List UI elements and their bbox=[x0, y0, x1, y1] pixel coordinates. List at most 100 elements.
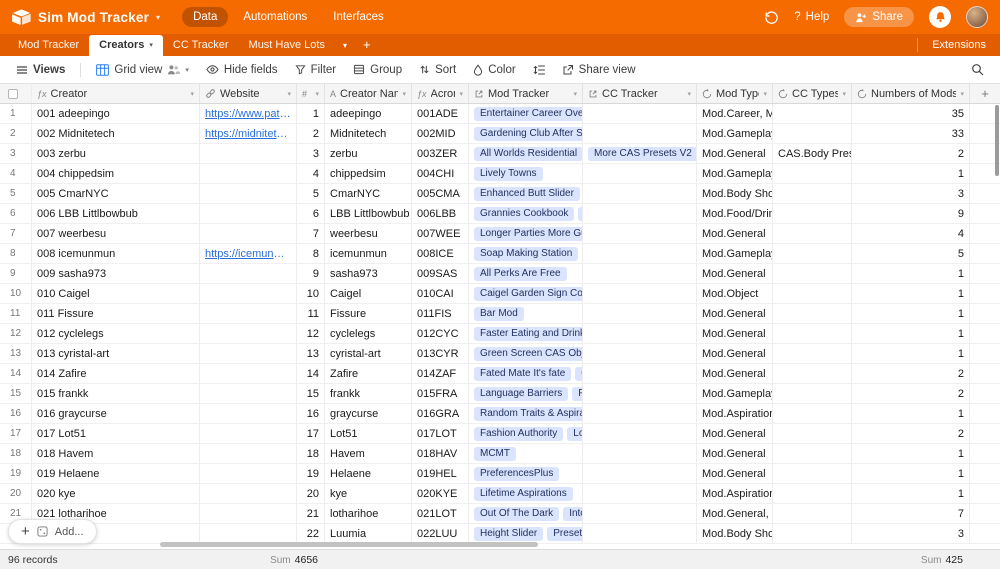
linked-record-pill[interactable]: Entertainer Career Overhaul bbox=[474, 107, 583, 121]
cell-name[interactable]: graycurse bbox=[325, 404, 412, 423]
row-number[interactable]: 3 bbox=[0, 144, 32, 163]
cell-mod_types[interactable]: Mod.Gameplay, ... bbox=[697, 124, 773, 143]
cell-acronym[interactable]: 009SAS bbox=[412, 264, 469, 283]
cell-num[interactable]: 3 bbox=[852, 184, 970, 203]
cell-website[interactable] bbox=[200, 304, 297, 323]
linked-record-pill[interactable]: More CAS Presets V2 bbox=[588, 147, 697, 161]
cell-num[interactable]: 1 bbox=[852, 284, 970, 303]
cell-creator[interactable]: 011 Fissure bbox=[32, 304, 200, 323]
row-number[interactable]: 7 bbox=[0, 224, 32, 243]
column-header-name[interactable]: ACreator Name▾ bbox=[325, 84, 412, 103]
cell-mod_tracker[interactable]: Language Barriers Pack Tests bbox=[469, 384, 583, 403]
cell-name[interactable]: Caigel bbox=[325, 284, 412, 303]
cell-website[interactable] bbox=[200, 164, 297, 183]
select-all-checkbox[interactable] bbox=[0, 84, 32, 103]
cell-creator[interactable]: 016 graycurse bbox=[32, 404, 200, 423]
cell-num[interactable]: 3 bbox=[852, 524, 970, 543]
help-button[interactable]: ? Help bbox=[794, 11, 829, 23]
cell-name[interactable]: lotharihoe bbox=[325, 504, 412, 523]
cell-num[interactable]: 1 bbox=[852, 324, 970, 343]
cell-id[interactable]: 16 bbox=[297, 404, 325, 423]
row-number[interactable]: 19 bbox=[0, 464, 32, 483]
cell-acronym[interactable]: 010CAI bbox=[412, 284, 469, 303]
cell-id[interactable]: 6 bbox=[297, 204, 325, 223]
cell-cc_tracker[interactable] bbox=[583, 424, 697, 443]
cell-cc_types[interactable] bbox=[773, 124, 852, 143]
column-header-num[interactable]: Numbers of Mods▾ bbox=[852, 84, 970, 103]
cell-mod_tracker[interactable]: Height SliderPresets Sliders bbox=[469, 524, 583, 543]
cell-num[interactable]: 2 bbox=[852, 424, 970, 443]
user-avatar[interactable] bbox=[966, 6, 988, 28]
linked-record-pill[interactable]: All Worlds Residential bbox=[474, 147, 583, 161]
cell-num[interactable]: 9 bbox=[852, 204, 970, 223]
cell-mod_tracker[interactable]: Gardening Club After School bbox=[469, 124, 583, 143]
cell-cc_tracker[interactable] bbox=[583, 164, 697, 183]
cell-cc_types[interactable] bbox=[773, 424, 852, 443]
cell-mod_tracker[interactable]: PreferencesPlus bbox=[469, 464, 583, 483]
cell-id[interactable]: 18 bbox=[297, 444, 325, 463]
sort-button[interactable]: Sort bbox=[411, 61, 464, 79]
cell-num[interactable]: 4 bbox=[852, 224, 970, 243]
cell-creator[interactable]: 019 Helaene bbox=[32, 464, 200, 483]
history-icon[interactable] bbox=[764, 10, 779, 25]
cell-mod_types[interactable]: Mod.Object bbox=[697, 284, 773, 303]
cell-id[interactable]: 12 bbox=[297, 324, 325, 343]
cell-mod_tracker[interactable]: Enhanced Butt SliderBreast bbox=[469, 184, 583, 203]
cell-mod_tracker[interactable]: Lifetime Aspirations bbox=[469, 484, 583, 503]
cell-cc_types[interactable] bbox=[773, 524, 852, 543]
cell-cc_types[interactable] bbox=[773, 304, 852, 323]
cell-cc_types[interactable] bbox=[773, 104, 852, 123]
table-tab-creators[interactable]: Creators ▾ bbox=[89, 35, 163, 56]
cell-name[interactable]: zerbu bbox=[325, 144, 412, 163]
cell-id[interactable]: 17 bbox=[297, 424, 325, 443]
cell-website[interactable] bbox=[200, 464, 297, 483]
linked-record-pill[interactable]: Gardening Club After School bbox=[474, 127, 583, 141]
linked-record-pill[interactable]: Soap Making Station bbox=[474, 247, 578, 261]
cell-website[interactable] bbox=[200, 524, 297, 543]
cell-name[interactable]: icemunmun bbox=[325, 244, 412, 263]
linked-record-pill[interactable]: Fated Mate It's fate bbox=[474, 367, 571, 381]
cell-name[interactable]: sasha973 bbox=[325, 264, 412, 283]
cell-acronym[interactable]: 019HEL bbox=[412, 464, 469, 483]
row-number[interactable]: 17 bbox=[0, 424, 32, 443]
cell-id[interactable]: 4 bbox=[297, 164, 325, 183]
cell-website[interactable] bbox=[200, 344, 297, 363]
cell-name[interactable]: Helaene bbox=[325, 464, 412, 483]
cell-cc_tracker[interactable] bbox=[583, 124, 697, 143]
cell-num[interactable]: 1 bbox=[852, 404, 970, 423]
cell-name[interactable]: adeepingo bbox=[325, 104, 412, 123]
cell-website[interactable] bbox=[200, 224, 297, 243]
cell-website[interactable] bbox=[200, 324, 297, 343]
cell-cc_types[interactable] bbox=[773, 444, 852, 463]
cell-cc_tracker[interactable] bbox=[583, 464, 697, 483]
cell-acronym[interactable]: 006LBB bbox=[412, 204, 469, 223]
linked-record-pill[interactable]: Enhanced Butt Slider bbox=[474, 187, 580, 201]
linked-record-pill[interactable]: Height Slider bbox=[474, 527, 543, 541]
cell-cc_tracker[interactable] bbox=[583, 184, 697, 203]
cell-cc_types[interactable] bbox=[773, 164, 852, 183]
cell-cc_tracker[interactable]: More CAS Presets V2 bbox=[583, 144, 697, 163]
cell-website[interactable] bbox=[200, 204, 297, 223]
linked-record-pill[interactable]: Lifetime Aspirations bbox=[474, 487, 573, 501]
linked-record-pill[interactable]: Pack Tests bbox=[572, 387, 583, 401]
linked-record-pill[interactable]: Grannies Cookbook bbox=[474, 207, 574, 221]
table-list-chevron-icon[interactable]: ▾ bbox=[335, 41, 355, 56]
cell-id[interactable]: 11 bbox=[297, 304, 325, 323]
group-button[interactable]: Group bbox=[345, 61, 410, 79]
cell-mod_tracker[interactable]: All Perks Are Free bbox=[469, 264, 583, 283]
cell-website[interactable] bbox=[200, 364, 297, 383]
cell-id[interactable]: 13 bbox=[297, 344, 325, 363]
hide-fields-button[interactable]: Hide fields bbox=[198, 61, 286, 79]
linked-record-pill[interactable]: Language Barriers bbox=[474, 387, 568, 401]
cell-id[interactable]: 1 bbox=[297, 104, 325, 123]
cell-num[interactable]: 5 bbox=[852, 244, 970, 263]
cell-acronym[interactable]: 013CYR bbox=[412, 344, 469, 363]
table-tab-cc-tracker[interactable]: CC Tracker bbox=[163, 35, 239, 56]
extensions-tab[interactable]: Extensions bbox=[917, 38, 1000, 52]
row-number[interactable]: 6 bbox=[0, 204, 32, 223]
cell-num[interactable]: 1 bbox=[852, 484, 970, 503]
cell-mod_types[interactable]: Mod.General bbox=[697, 264, 773, 283]
row-number[interactable]: 20 bbox=[0, 484, 32, 503]
cell-mod_tracker[interactable]: All Worlds ResidentialMore bbox=[469, 144, 583, 163]
cell-num[interactable]: 33 bbox=[852, 124, 970, 143]
